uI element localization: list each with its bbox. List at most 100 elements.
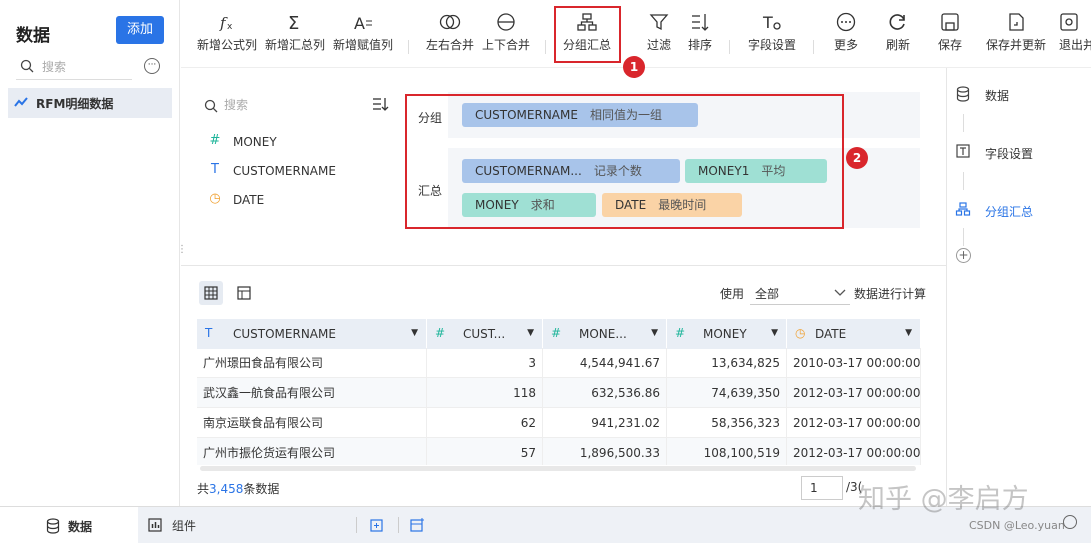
table-cell: 57 xyxy=(427,438,543,465)
save-button[interactable]: 保存 xyxy=(932,8,968,64)
field-settings-icon: T xyxy=(762,13,781,32)
table-cell: 3 xyxy=(427,348,543,378)
add-assign-column-button[interactable]: A 新增赋值列 xyxy=(332,8,394,64)
column-name: MONEY xyxy=(703,327,747,341)
toolbar-label: 刷新 xyxy=(885,38,910,52)
column-menu-icon[interactable]: ▼ xyxy=(651,328,658,338)
search-icon xyxy=(20,59,34,73)
table-row[interactable]: 武汉鑫一航食品有限公司 118 632,536.86 74,639,350 20… xyxy=(197,378,921,408)
toolbar-divider xyxy=(545,40,546,54)
column-menu-icon[interactable]: ▼ xyxy=(411,328,418,338)
layout-view-button[interactable] xyxy=(232,281,256,305)
horizontal-scrollbar[interactable] xyxy=(200,466,916,471)
column-menu-icon[interactable]: ▼ xyxy=(771,328,778,338)
toolbar-label: 上下合并 xyxy=(481,38,530,52)
field-search-input[interactable]: 搜索 xyxy=(200,94,365,118)
column-header-customername[interactable]: T CUSTOMERNAME ▼ xyxy=(197,319,427,349)
table-cell: 108,100,519 xyxy=(667,438,787,465)
merge-vertical-button[interactable]: 上下合并 xyxy=(480,8,532,64)
database-icon xyxy=(956,86,970,102)
sidebar-search-input[interactable]: 搜索 xyxy=(16,54,132,80)
add-data-button[interactable]: 添加 xyxy=(116,16,164,44)
dataset-label: RFM明细数据 xyxy=(36,97,114,111)
add-dashboard-icon[interactable] xyxy=(410,517,426,533)
svg-text:Σ: Σ xyxy=(288,13,299,32)
field-settings-button[interactable]: T 字段设置 xyxy=(744,8,800,64)
sidebar-item-dataset[interactable]: RFM明细数据 xyxy=(8,88,172,118)
page-number-input[interactable]: 1 xyxy=(801,476,843,500)
left-sidebar: 数据 添加 搜索 ··· RFM明细数据 xyxy=(0,0,180,506)
toolbar-label: 退出并 xyxy=(1059,38,1091,52)
tab-data[interactable]: 数据 xyxy=(0,507,138,544)
column-menu-icon[interactable]: ▼ xyxy=(527,328,534,338)
help-icon[interactable] xyxy=(1063,515,1077,529)
number-type-icon: # xyxy=(435,326,446,340)
table-row[interactable]: 广州璟田食品有限公司 3 4,544,941.67 13,634,825 201… xyxy=(197,348,921,378)
number-type-icon: # xyxy=(551,326,562,340)
tab-label: 组件 xyxy=(172,519,197,533)
svg-text:T: T xyxy=(762,13,773,32)
annotation-box-2 xyxy=(405,94,844,229)
table-cell: 南京运联食品有限公司 xyxy=(197,408,427,438)
column-menu-icon[interactable]: ▼ xyxy=(905,328,912,338)
chevron-down-icon xyxy=(834,289,846,296)
database-icon xyxy=(46,518,60,534)
calc-scope-suffix: 数据进行计算 xyxy=(854,287,927,301)
sort-button[interactable]: 排序 xyxy=(682,8,718,64)
column-header-mone[interactable]: # MONE... ▼ xyxy=(543,319,667,349)
table-cell: 13,634,825 xyxy=(667,348,787,378)
table-cell: 58,356,323 xyxy=(667,408,787,438)
panel-splitter[interactable] xyxy=(181,265,946,266)
sort-icon xyxy=(692,14,709,31)
add-formula-column-button[interactable]: fx 新增公式列 xyxy=(196,8,258,64)
table-cell: 118 xyxy=(427,378,543,408)
add-component-icon[interactable] xyxy=(370,517,386,533)
more-button[interactable]: 更多 xyxy=(828,8,864,64)
table-row[interactable]: 广州市振伦货运有限公司 57 1,896,500.33 108,100,519 … xyxy=(197,438,921,465)
toolbar-label: 新增公式列 xyxy=(196,38,257,52)
column-header-cust[interactable]: # CUST... ▼ xyxy=(427,319,543,349)
field-name: DATE xyxy=(233,193,265,207)
column-name: CUSTOMERNAME xyxy=(233,327,336,341)
grid-view-button[interactable] xyxy=(199,281,223,305)
exit-button[interactable]: 退出并 xyxy=(1059,8,1091,64)
table-cell: 2012-03-17 00:00:00 xyxy=(787,408,921,438)
table-cell: 74,639,350 xyxy=(667,378,787,408)
save-icon xyxy=(941,13,959,31)
toolbar-label: 新增汇总列 xyxy=(264,38,325,52)
total-count: 共3,458条数据 xyxy=(197,480,279,497)
more-options-icon[interactable]: ··· xyxy=(144,58,160,74)
text-type-icon: T xyxy=(205,326,213,340)
resize-handle[interactable]: ⋮ xyxy=(177,244,187,255)
filter-button[interactable]: 过滤 xyxy=(641,8,677,64)
table-cell: 1,896,500.33 xyxy=(543,438,667,465)
steps-panel: 数据 字段设置 分组汇总 + xyxy=(946,68,1091,506)
total-number: 3,458 xyxy=(209,482,244,496)
toolbar-divider xyxy=(408,40,409,54)
annotation-badge-2: 2 xyxy=(846,147,868,169)
field-name: CUSTOMERNAME xyxy=(233,164,336,178)
merge-horizontal-button[interactable]: 左右合并 xyxy=(424,8,476,64)
table-cell: 632,536.86 xyxy=(543,378,667,408)
calc-scope-select[interactable]: 全部 xyxy=(750,281,850,305)
table-row[interactable]: 南京运联食品有限公司 62 941,231.02 58,356,323 2012… xyxy=(197,408,921,438)
annotation-box-1 xyxy=(554,6,621,63)
save-and-update-button[interactable]: 保存并更新 xyxy=(983,8,1049,64)
bar-chart-icon xyxy=(148,518,162,532)
layout-icon xyxy=(237,286,251,300)
column-name: DATE xyxy=(815,327,847,341)
fx-icon: fx xyxy=(219,14,233,32)
text-type-icon: T xyxy=(211,162,219,177)
table-cell: 广州璟田食品有限公司 xyxy=(197,348,427,378)
column-header-date[interactable]: ◷ DATE ▼ xyxy=(787,319,921,349)
refresh-button[interactable]: 刷新 xyxy=(880,8,916,64)
field-sort-icon[interactable] xyxy=(372,96,392,118)
toolbar-label: 新增赋值列 xyxy=(332,38,393,52)
add-summary-column-button[interactable]: Σ 新增汇总列 xyxy=(264,8,326,64)
assign-icon: A xyxy=(354,14,372,32)
tab-label: 数据 xyxy=(68,520,93,534)
add-step-icon[interactable]: + xyxy=(956,248,971,263)
toolbar-label: 左右合并 xyxy=(425,38,474,52)
search-icon xyxy=(204,99,218,113)
column-header-money[interactable]: # MONEY ▼ xyxy=(667,319,787,349)
